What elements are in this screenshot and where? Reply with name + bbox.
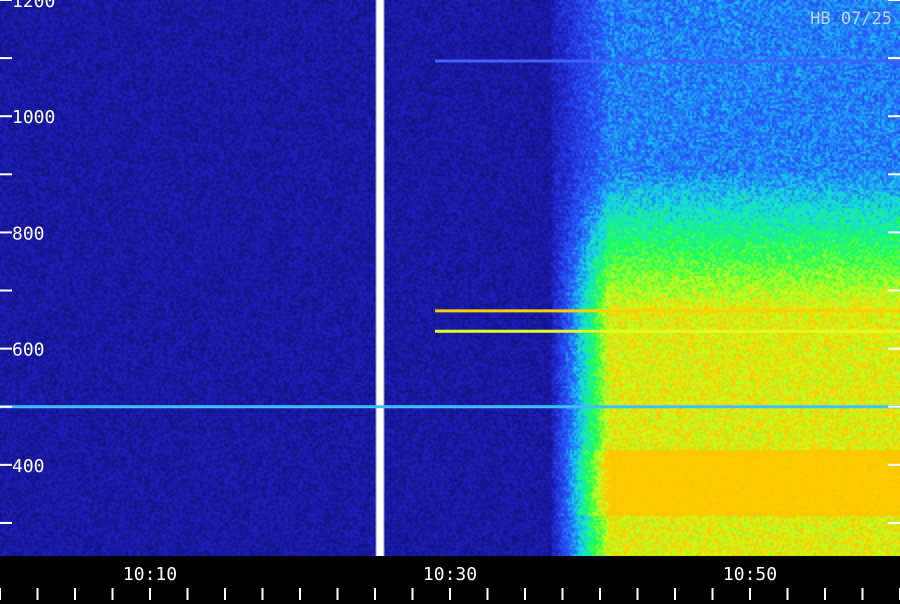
x-tick-label: 10:10: [123, 564, 177, 585]
y-tick-label: 800: [12, 223, 45, 244]
y-tick-label: 600: [12, 340, 45, 361]
y-tick-label: 1200: [12, 0, 55, 12]
spectrogram-chart: 10:10 10:30 10:50 1200 1000 800 600 400 HB 07/2…: [0, 0, 900, 600]
x-tick-label: 10:50: [723, 564, 777, 585]
spectrogram-svg: 10:10 10:30 10:50 1200 1000 800 600 400 HB 07/2…: [0, 0, 900, 600]
x-tick-label: 10:30: [423, 564, 477, 585]
y-tick-label: 1000: [12, 107, 55, 128]
spectrogram-image: [0, 0, 900, 560]
y-tick-label: 400: [12, 456, 45, 477]
chart-annotation: HB 07/25: [810, 9, 892, 29]
